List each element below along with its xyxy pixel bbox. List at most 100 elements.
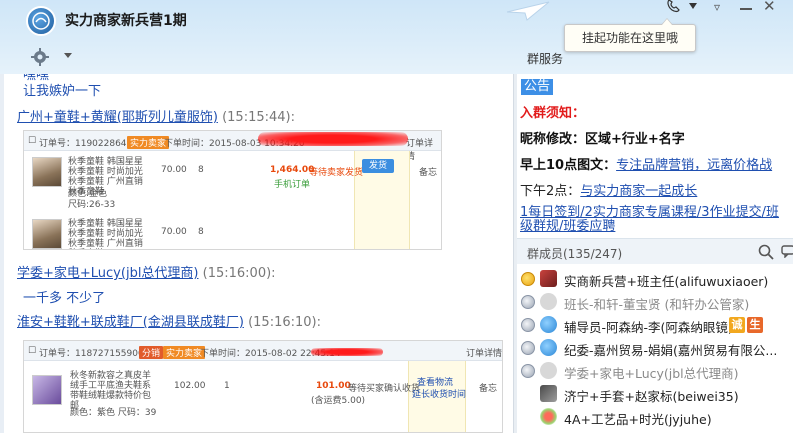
checkbox-icon: ☐: [28, 136, 37, 146]
member-name: 纪委-嘉州贸易-娟娟(嘉州贸易有限公...: [564, 343, 778, 358]
sender-name[interactable]: 淮安+鞋靴+联成鞋厂(金湖县联成鞋厂): [17, 315, 244, 330]
notice-title: 入群须知：: [520, 106, 586, 121]
message-text: 让我嫉妒一下: [23, 84, 102, 99]
sender-name[interactable]: 广州+童鞋+黄耀(耶斯列儿童服饰): [17, 110, 218, 125]
checkbox-icon: ☐: [28, 346, 37, 356]
member-item[interactable]: 辅导员-阿森纳-李(阿森纳眼镜) 诚 生: [521, 314, 793, 336]
order-detail-link: 订单详情: [466, 349, 503, 359]
shipping-fee: (含运费5.00): [311, 396, 366, 406]
member-item[interactable]: 4A+工艺品+时光(jyjuhe): [521, 406, 793, 428]
group-service-tab[interactable]: 群服务: [527, 50, 563, 67]
left-edge: [0, 74, 4, 433]
afternoon-link[interactable]: 与实力商家一起成长: [580, 184, 697, 199]
memo-label: 备忘: [479, 384, 498, 394]
message-time: (15:16:00):: [202, 266, 276, 281]
birthday-badge-icon: 生: [747, 317, 763, 333]
notice-morning: 早上10点图文：专注品牌营销，远离价格战: [520, 158, 773, 173]
member-item[interactable]: 学委+家电+Lucy(jbl总代理商): [521, 360, 793, 382]
order-screenshot-1[interactable]: ☐ 订单号：1190228642387807 实力卖家 下单时间：2015-08…: [23, 130, 442, 250]
tasks-link[interactable]: 1每日签到/2实力商家专属课程/3作业提交/班级群规/班委应聘: [520, 205, 779, 234]
member-name: 实商新兵营+班主任(alifuwuxiaoer): [564, 274, 769, 289]
product-image: [32, 219, 62, 249]
redaction-scribble: [258, 132, 408, 146]
member-name: 班长-和轩-董宝贤 (和轩办公管家): [564, 297, 750, 312]
morning-link[interactable]: 专注品牌营销，远离价格战: [616, 158, 772, 173]
order-screenshot-2[interactable]: ☐ 订单号：1187271559007119 分销 实力卖家 下单时间：2015…: [23, 340, 503, 433]
members-header: 群成员(135/247): [517, 238, 793, 264]
close-icon[interactable]: ✕: [763, 0, 776, 15]
gear-dropdown-icon[interactable]: [64, 53, 72, 58]
extend-receipt-link[interactable]: 延长收货时间: [412, 387, 466, 400]
avatar: [540, 362, 557, 379]
members-count: 群成员(135/247): [527, 247, 623, 261]
chevron-down-icon[interactable]: [689, 3, 697, 9]
avatar: [540, 385, 557, 402]
member-name: 辅导员-阿森纳-李(阿森纳眼镜): [564, 320, 733, 335]
notice-tab[interactable]: 公告: [521, 79, 554, 95]
phone-icon[interactable]: [665, 0, 681, 14]
avatar: [540, 293, 557, 310]
gear-icon[interactable]: [30, 47, 50, 67]
silver-medal-icon: [521, 318, 535, 332]
avatar: [540, 339, 557, 356]
order-status: 等待买家确认收货: [348, 384, 421, 394]
message-header: 淮安+鞋靴+联成鞋厂(金湖县联成鞋厂) (15:16:10):: [17, 311, 321, 330]
minimize-icon[interactable]: [740, 0, 752, 10]
message-text: 一千多 不少了: [23, 291, 106, 306]
message-time: (15:15:44):: [222, 110, 295, 125]
paper-plane-icon: [506, 1, 550, 21]
tooltip: 挂起功能在这里哦: [564, 18, 696, 52]
member-name: 学委+家电+Lucy(jbl总代理商): [564, 366, 739, 381]
distribution-tag: 分销: [139, 346, 164, 359]
member-item[interactable]: 班长-和轩-董宝贤 (和轩办公管家): [521, 291, 793, 313]
message-header: 广州+童鞋+黄耀(耶斯列儿童服饰) (15:15:44):: [17, 106, 295, 125]
member-item[interactable]: 实商新兵营+班主任(alifuwuxiaoer): [521, 268, 793, 290]
product-attr: 颜色：紫色 尺码：39: [70, 408, 157, 418]
ship-button[interactable]: 发货: [362, 159, 394, 173]
seller-tag: 实力卖家: [163, 346, 206, 359]
unit-price: 70.00: [161, 165, 187, 175]
message-header: 学委+家电+Lucy(jbl总代理商) (15:16:00):: [17, 262, 276, 281]
unit-price: 70.00: [161, 227, 187, 237]
avatar: [540, 270, 557, 287]
message-time: (15:16:10):: [248, 315, 321, 330]
memo-label: 备忘: [419, 168, 438, 178]
member-name: 济宁+手套+赵家标(beiwei35): [564, 389, 739, 404]
member-item[interactable]: 纪委-嘉州贸易-娟娟(嘉州贸易有限公...: [521, 337, 793, 359]
right-panel: 公告 入群须知： 昵称修改：区域+行业+名字 早上10点图文：专注品牌营销，远离…: [517, 74, 793, 433]
product-image: [32, 375, 62, 405]
silver-medal-icon: [521, 295, 535, 309]
order-total: 1,464.00: [270, 165, 315, 175]
avatar: [540, 316, 557, 333]
product-image: [32, 157, 62, 187]
notice-tasks: 1每日签到/2实力商家专属课程/3作业提交/班级群规/班委应聘: [520, 206, 788, 234]
group-logo-icon[interactable]: [26, 6, 56, 36]
notice-rename: 昵称修改：区域+行业+名字: [520, 132, 685, 147]
group-title: 实力商家新兵营1期: [65, 13, 187, 29]
member-item[interactable]: 济宁+手套+赵家标(beiwei35): [521, 383, 793, 405]
order-detail-link: 订单详情: [406, 139, 434, 162]
product-desc: 秋季童鞋 韩国星星秋季童鞋 时尚加光秋季童鞋 广州直销 秋季童鞋: [68, 219, 143, 249]
product-attr: 尺码:26-33: [68, 200, 116, 210]
search-icon[interactable]: [758, 244, 774, 260]
order-status: 等待卖家发货: [309, 168, 364, 178]
order-total: 101.00: [316, 381, 351, 391]
chat-bubble-icon[interactable]: [781, 244, 793, 258]
notice-afternoon: 下午2点：与实力商家一起成长: [520, 184, 698, 199]
pin-icon[interactable]: ▿: [714, 0, 720, 14]
chat-messages[interactable]: 嘿嘿 让我嫉妒一下 广州+童鞋+黄耀(耶斯列儿童服饰) (15:15:44): …: [0, 74, 513, 433]
sender-name[interactable]: 学委+家电+Lucy(jbl总代理商): [17, 266, 199, 281]
quantity: 8: [198, 165, 204, 175]
window-header: 实力商家新兵营1期 ▿ ✕ 挂起功能在这里哦 群服务: [0, 0, 793, 74]
redaction-scribble: [311, 348, 383, 356]
seller-tag: 实力卖家: [127, 136, 170, 149]
member-name: 4A+工艺品+时光(jyjuhe): [564, 412, 712, 427]
order-header: ☐ 订单号：1187271559007119 分销 实力卖家 下单时间：2015…: [24, 341, 502, 361]
silver-medal-icon: [521, 341, 535, 355]
quantity: 8: [198, 227, 204, 237]
honest-badge-icon: 诚: [729, 317, 745, 333]
gold-medal-icon: [521, 272, 535, 286]
mobile-order-tag: 手机订单: [274, 180, 311, 190]
silver-medal-icon: [521, 364, 535, 378]
quantity: 1: [224, 381, 230, 391]
